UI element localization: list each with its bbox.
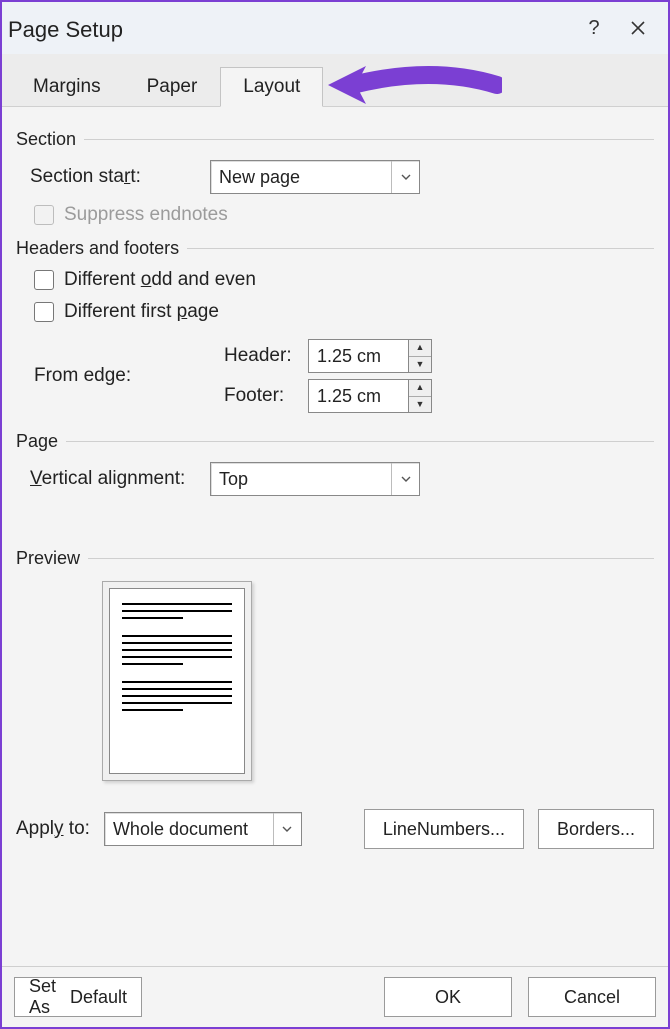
row-valign: Vertical alignment: Top bbox=[16, 462, 654, 496]
apply-combo[interactable]: Whole document bbox=[104, 812, 302, 846]
close-button[interactable] bbox=[616, 6, 660, 50]
title-bar: Page Setup ? bbox=[2, 2, 668, 54]
header-spin-down[interactable]: ▼ bbox=[409, 357, 431, 373]
odd-even-checkbox[interactable] bbox=[34, 270, 54, 290]
header-spinner[interactable]: 1.25 cm ▲ ▼ bbox=[308, 339, 432, 373]
help-button[interactable]: ? bbox=[572, 6, 616, 50]
row-header-spin: Header: 1.25 cm ▲ ▼ bbox=[224, 339, 432, 373]
section-start-value: New page bbox=[211, 167, 391, 188]
row-footer-spin: Footer: 1.25 cm ▲ ▼ bbox=[224, 379, 432, 413]
triangle-down-icon: ▼ bbox=[416, 360, 425, 369]
row-apply: Apply to: Whole document Line Numbers...… bbox=[16, 809, 654, 849]
line-numbers-button[interactable]: Line Numbers... bbox=[364, 809, 524, 849]
footer-spinner[interactable]: 1.25 cm ▲ ▼ bbox=[308, 379, 432, 413]
section-start-combo[interactable]: New page bbox=[210, 160, 420, 194]
apply-dropdown-button[interactable] bbox=[273, 813, 301, 845]
chevron-down-icon bbox=[282, 824, 292, 834]
valign-dropdown-button[interactable] bbox=[391, 463, 419, 495]
dialog-footer: Set As Default OK Cancel bbox=[2, 966, 668, 1027]
footer-spin-down[interactable]: ▼ bbox=[409, 397, 431, 413]
preview-area bbox=[102, 581, 252, 781]
footer-spin-up[interactable]: ▲ bbox=[409, 380, 431, 397]
group-headers-footers: Headers and footers bbox=[16, 238, 654, 259]
triangle-up-icon: ▲ bbox=[416, 343, 425, 352]
from-edge-label: From edge: bbox=[34, 365, 224, 387]
ok-button[interactable]: OK bbox=[384, 977, 512, 1017]
group-section: Section bbox=[16, 129, 654, 150]
group-headers-label: Headers and footers bbox=[16, 238, 179, 259]
valign-value: Top bbox=[211, 469, 391, 490]
group-page: Page bbox=[16, 431, 654, 452]
group-section-label: Section bbox=[16, 129, 76, 150]
suppress-endnotes-label: Suppress endnotes bbox=[64, 204, 228, 226]
header-value: 1.25 cm bbox=[309, 346, 389, 367]
dialog-content: Section Section start: New page Suppress… bbox=[2, 107, 668, 863]
group-page-label: Page bbox=[16, 431, 58, 452]
odd-even-label: Different odd and even bbox=[64, 269, 256, 291]
triangle-down-icon: ▼ bbox=[416, 400, 425, 409]
tab-margins[interactable]: Margins bbox=[10, 67, 124, 107]
row-from-edge: From edge: Header: 1.25 cm ▲ ▼ Footer: 1… bbox=[16, 333, 654, 419]
group-preview: Preview bbox=[16, 548, 654, 569]
borders-button[interactable]: Borders... bbox=[538, 809, 654, 849]
chevron-down-icon bbox=[401, 172, 411, 182]
valign-label: Vertical alignment: bbox=[30, 468, 210, 490]
footer-spin-label: Footer: bbox=[224, 385, 308, 407]
tab-strip: Margins Paper Layout bbox=[2, 54, 668, 107]
apply-value: Whole document bbox=[105, 819, 273, 840]
close-icon bbox=[630, 20, 646, 36]
chevron-down-icon bbox=[401, 474, 411, 484]
row-odd-even: Different odd and even bbox=[16, 269, 654, 291]
dialog-title: Page Setup bbox=[8, 13, 572, 43]
suppress-endnotes-checkbox bbox=[34, 205, 54, 225]
header-spin-label: Header: bbox=[224, 345, 308, 367]
valign-combo[interactable]: Top bbox=[210, 462, 420, 496]
first-page-label: Different first page bbox=[64, 301, 219, 323]
footer-value: 1.25 cm bbox=[309, 386, 389, 407]
triangle-up-icon: ▲ bbox=[416, 383, 425, 392]
section-start-dropdown-button[interactable] bbox=[391, 161, 419, 193]
apply-label: Apply to: bbox=[16, 818, 90, 840]
preview-page-icon bbox=[109, 588, 245, 774]
row-first-page: Different first page bbox=[16, 301, 654, 323]
group-preview-label: Preview bbox=[16, 548, 80, 569]
cancel-button[interactable]: Cancel bbox=[528, 977, 656, 1017]
row-suppress-endnotes: Suppress endnotes bbox=[16, 204, 654, 226]
tab-paper[interactable]: Paper bbox=[124, 67, 221, 107]
tab-layout[interactable]: Layout bbox=[220, 67, 323, 107]
section-start-label: Section start: bbox=[30, 166, 210, 188]
first-page-checkbox[interactable] bbox=[34, 302, 54, 322]
header-spin-up[interactable]: ▲ bbox=[409, 340, 431, 357]
set-default-button[interactable]: Set As Default bbox=[14, 977, 142, 1017]
row-section-start: Section start: New page bbox=[16, 160, 654, 194]
